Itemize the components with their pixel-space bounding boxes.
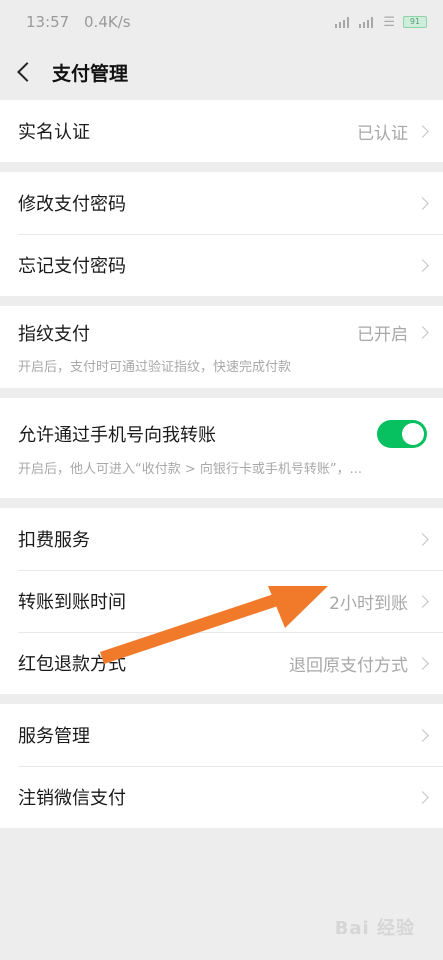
network-speed: 0.4K/s	[84, 13, 131, 31]
status-time: 13:57	[26, 13, 70, 31]
battery-icon: 91	[403, 16, 427, 28]
refund-row[interactable]: 红包退款方式 退回原支付方式	[0, 632, 443, 694]
phone-transfer-desc: 开启后，他人可进入“收付款 > 向银行卡或手机号转账”，...	[18, 461, 363, 477]
cancel-pay-row[interactable]: 注销微信支付	[0, 766, 443, 828]
cancel-pay-label: 注销微信支付	[18, 788, 126, 809]
status-left: 13:57 0.4K/s	[26, 13, 141, 31]
chevron-right-icon	[416, 196, 429, 210]
realname-row[interactable]: 实名认证 已认证	[0, 100, 443, 162]
fingerprint-row[interactable]: 指纹支付 已开启 开启后，支付时可通过验证指纹，快速完成付款	[0, 306, 443, 388]
change-password-label: 修改支付密码	[18, 194, 126, 215]
transfer-time-value: 2小时到账	[329, 593, 408, 614]
transfer-time-row[interactable]: 转账到账时间 2小时到账	[0, 570, 443, 632]
toggle-knob	[402, 422, 424, 445]
group-fingerprint: 指纹支付 已开启 开启后，支付时可通过验证指纹，快速完成付款	[0, 306, 443, 388]
transfer-time-label: 转账到账时间	[18, 592, 126, 613]
forgot-password-row[interactable]: 忘记支付密码	[0, 234, 443, 296]
signal-icon-2	[359, 16, 375, 28]
deduction-row[interactable]: 扣费服务	[0, 508, 443, 570]
service-mgmt-row[interactable]: 服务管理	[0, 704, 443, 766]
chevron-right-icon	[416, 124, 429, 138]
deduction-label: 扣费服务	[18, 530, 90, 551]
group-identity: 实名认证 已认证	[0, 100, 443, 162]
fingerprint-value: 已开启	[357, 325, 408, 345]
status-right: ☰ 91	[335, 15, 427, 30]
phone-transfer-row: 允许通过手机号向我转账 开启后，他人可进入“收付款 > 向银行卡或手机号转账”，…	[0, 398, 443, 498]
chevron-right-icon	[416, 728, 429, 742]
fingerprint-desc: 开启后，支付时可通过验证指纹，快速完成付款	[18, 359, 292, 375]
page-title: 支付管理	[52, 62, 129, 85]
chevron-right-icon	[416, 656, 429, 670]
signal-icon	[335, 16, 351, 28]
watermark: Bai 经验	[334, 918, 415, 939]
phone-transfer-toggle[interactable]	[377, 419, 427, 448]
forgot-password-label: 忘记支付密码	[18, 256, 126, 277]
group-phone-transfer: 允许通过手机号向我转账 开启后，他人可进入“收付款 > 向银行卡或手机号转账”，…	[0, 398, 443, 498]
group-password: 修改支付密码 忘记支付密码	[0, 172, 443, 296]
service-mgmt-label: 服务管理	[18, 726, 90, 747]
change-password-row[interactable]: 修改支付密码	[0, 172, 443, 234]
menu-lines-icon: ☰	[383, 14, 395, 30]
refund-value: 退回原支付方式	[289, 655, 408, 676]
group-manage: 服务管理 注销微信支付	[0, 704, 443, 828]
back-icon[interactable]	[17, 62, 37, 82]
chevron-right-icon	[416, 790, 429, 804]
chevron-right-icon	[416, 326, 429, 339]
chevron-right-icon	[416, 258, 429, 272]
status-bar: 13:57 0.4K/s ☰ 91	[0, 0, 443, 44]
realname-label: 实名认证	[18, 122, 90, 143]
phone-transfer-label: 允许通过手机号向我转账	[18, 424, 216, 446]
chevron-right-icon	[416, 594, 429, 608]
refund-label: 红包退款方式	[18, 654, 126, 675]
fingerprint-label: 指纹支付	[18, 323, 90, 345]
group-services: 扣费服务 转账到账时间 2小时到账 红包退款方式 退回原支付方式	[0, 508, 443, 694]
chevron-right-icon	[416, 532, 429, 546]
realname-value: 已认证	[357, 123, 408, 144]
nav-bar: 支付管理	[0, 44, 443, 100]
